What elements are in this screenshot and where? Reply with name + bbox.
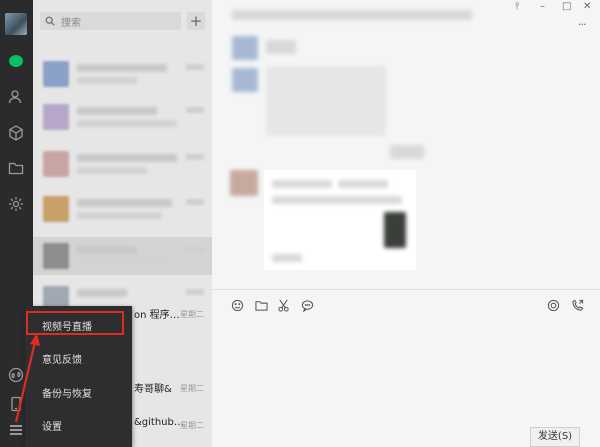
menu-item-channels-live[interactable]: 视频号直播 — [42, 318, 92, 333]
chat-window: ⫯ – □ ✕ ··· 发送(S) — [212, 0, 600, 447]
message-card[interactable] — [264, 170, 416, 270]
search-box[interactable]: 搜索 — [40, 12, 181, 30]
chat-list-row-time: 星期二 — [180, 421, 204, 430]
search-icon — [45, 14, 59, 28]
menu-item-backup-restore[interactable]: 备份与恢复 — [42, 385, 92, 400]
settings-gear-icon[interactable] — [7, 195, 25, 213]
maximize-button[interactable]: □ — [562, 1, 571, 12]
chat-list-row-text[interactable]: &github… — [134, 417, 184, 428]
avatar — [43, 243, 69, 269]
add-chat-button[interactable]: + — [187, 12, 205, 30]
search-input[interactable]: 搜索 — [61, 14, 81, 29]
folder-icon[interactable] — [7, 159, 25, 177]
menu-item-feedback[interactable]: 意见反馈 — [42, 351, 82, 366]
list-item[interactable] — [33, 190, 212, 228]
minimize-button[interactable]: – — [540, 1, 545, 12]
main-menu-popup: 视频号直播 意见反馈 备份与恢复 设置 — [25, 306, 132, 447]
avatar — [43, 61, 69, 87]
avatar — [43, 151, 69, 177]
screenshot-scissors-icon[interactable] — [276, 298, 290, 312]
chat-icon[interactable] — [7, 52, 25, 70]
list-item-selected[interactable] — [33, 237, 212, 275]
user-avatar[interactable] — [5, 13, 27, 35]
chat-list-row-time: 星期二 — [180, 310, 204, 319]
collection-cube-icon[interactable] — [7, 124, 25, 142]
list-item[interactable] — [33, 145, 212, 183]
emoji-icon[interactable] — [230, 298, 244, 312]
avatar — [43, 196, 69, 222]
list-item[interactable] — [33, 98, 212, 136]
chat-list-row-text[interactable]: 寿哥聊& — [134, 380, 172, 395]
close-button[interactable]: ✕ — [583, 1, 591, 12]
input-toolbar-divider — [212, 289, 600, 290]
menu-hamburger-icon[interactable] — [7, 421, 25, 439]
more-options-button[interactable]: ··· — [578, 18, 586, 31]
chat-list-row-text[interactable]: on 程序… — [134, 306, 180, 321]
avatar — [43, 104, 69, 130]
voice-call-icon[interactable] — [570, 298, 584, 312]
live-stream-icon[interactable] — [546, 298, 560, 312]
list-item[interactable] — [33, 55, 212, 93]
send-button[interactable]: 发送(S) — [530, 427, 580, 447]
menu-item-settings[interactable]: 设置 — [42, 418, 62, 433]
contacts-icon[interactable] — [7, 88, 25, 106]
chat-list-row-time: 星期二 — [180, 384, 204, 393]
pin-button[interactable]: ⫯ — [515, 1, 519, 12]
send-file-folder-icon[interactable] — [254, 298, 268, 312]
chat-history-bubble-icon[interactable] — [300, 298, 314, 312]
mini-program-icon[interactable] — [7, 366, 25, 384]
phone-icon[interactable] — [7, 395, 25, 413]
